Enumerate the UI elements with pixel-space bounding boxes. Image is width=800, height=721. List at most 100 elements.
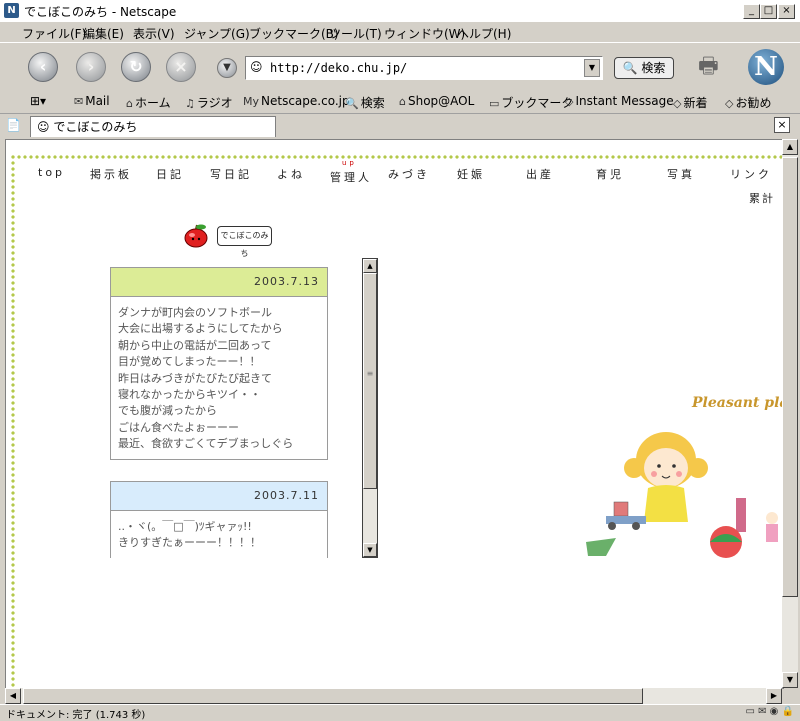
ptb-search[interactable]: 🔍 検索 (345, 94, 385, 111)
close-icon: × (777, 118, 787, 131)
tab-current[interactable]: ☺ でこぼこのみち (30, 116, 276, 137)
my-icon: My (243, 95, 260, 108)
menu-edit[interactable]: 編集(E) (83, 25, 124, 42)
nav-childcare[interactable]: 育児 (596, 166, 624, 182)
scroll-right-arrow-icon[interactable]: ▶ (766, 688, 782, 704)
apple-icon (184, 224, 208, 248)
search-button[interactable]: 🔍 検索 (614, 57, 674, 79)
ptb-new-label: 新着 (683, 96, 708, 110)
nav-birth[interactable]: 出産 (526, 166, 554, 182)
url-dropdown-button[interactable]: ▼ (584, 59, 600, 77)
url-input[interactable] (270, 59, 580, 77)
close-window-button[interactable]: × (778, 4, 795, 19)
print-icon[interactable]: 🖶 (698, 49, 728, 79)
status-icons: ▭ ✉ ◉ 🔒 (745, 706, 794, 717)
navigation-toolbar: ‹ › ↻ × ▼ ☺ ▼ 🔍 検索 🖶 N (0, 42, 800, 92)
ptb-shop[interactable]: ⌂ Shop@AOL (399, 94, 474, 108)
scroll-down-arrow-icon[interactable]: ▼ (363, 543, 377, 557)
ptb-recommend-label: お勧め (735, 96, 772, 110)
chevron-down-icon: ▼ (223, 62, 231, 73)
menu-help[interactable]: ヘルプ(H) (457, 25, 511, 42)
netscape-app-icon: N (4, 3, 19, 18)
ptb-netscape-label: Netscape.co.jp (261, 94, 350, 108)
nav-admin[interactable]: 管理人 (330, 169, 372, 185)
reload-icon: ↻ (129, 57, 143, 76)
ptb-radio[interactable]: ♫ ラジオ (185, 94, 233, 111)
ptb-radio-label: ラジオ (196, 96, 233, 110)
history-dropdown-button[interactable]: ▼ (217, 58, 237, 78)
menu-tools[interactable]: ツール(T) (329, 25, 382, 42)
ptb-new[interactable]: ◇ 新着 (673, 94, 707, 111)
tab-title: でこぼこのみち (53, 120, 138, 134)
forward-button[interactable]: › (76, 52, 106, 82)
minimize-button[interactable]: _ (743, 4, 760, 19)
ptb-bookmarks-label: ブックマーク (501, 96, 574, 110)
site-icon: ☺ (250, 60, 263, 74)
ptb-im-label: Instant Message (575, 94, 674, 108)
window-title: でこぼこのみち - Netscape (24, 5, 177, 19)
nav-top[interactable]: top (38, 166, 65, 179)
ptb-recommend[interactable]: ◇ お勧め (725, 94, 771, 111)
reload-button[interactable]: ↻ (121, 52, 151, 82)
scroll-up-arrow-icon[interactable]: ▲ (363, 259, 377, 273)
folder-icon: ▭ (489, 97, 500, 110)
page-vertical-scroll-thumb[interactable] (782, 157, 798, 597)
new-tab-icon[interactable]: 📄 (6, 118, 22, 134)
diary-scrollbar[interactable]: ▲ ≡ ▼ (362, 258, 378, 558)
illustration-caption: Pleasant play (692, 395, 783, 411)
bookmark-icon: ◇ (673, 97, 682, 110)
shop-icon: ⌂ (399, 95, 406, 108)
stop-icon: × (174, 57, 188, 76)
ptb-instant-message[interactable]: ◇ Instant Message (565, 94, 674, 108)
stop-button[interactable]: × (166, 52, 196, 82)
menu-go[interactable]: ジャンプ(G) (184, 25, 250, 42)
page-vertical-scrollbar[interactable]: ▲ ▼ (782, 139, 798, 688)
page-horizontal-scroll-thumb[interactable] (23, 688, 643, 704)
menu-window[interactable]: ウィンドウ(W) (384, 25, 465, 42)
maximize-button[interactable]: □ (760, 4, 777, 19)
ptb-shop-label: Shop@AOL (407, 94, 475, 108)
diary-text: ..・ヾ(。￣□￣)ﾂギャァｯ!! きりすぎたぁーーー！！！！ (118, 520, 261, 550)
ptb-netscape[interactable]: My Netscape.co.jp (243, 94, 350, 108)
menu-file[interactable]: ファイル(F) (22, 25, 86, 42)
nav-pregnancy[interactable]: 妊娠 (457, 166, 485, 182)
diary-frame[interactable]: 2003.7.13 ダンナが町内会のソフトボール 大会に出場するようにしてたから… (110, 258, 380, 558)
tab-toggle-button[interactable]: ⊞▾ (30, 94, 46, 108)
netscape-logo-icon[interactable]: N (748, 49, 784, 85)
title-bar: N でこぼこのみち - Netscape _ □ × (0, 0, 800, 23)
tab-bar: 📄 ☺ でこぼこのみち × (0, 114, 800, 138)
diary-entry: 2003.7.11 ..・ヾ(。￣□￣)ﾂギャァｯ!! きりすぎたぁーーー！！！… (110, 481, 328, 558)
nav-photo-diary[interactable]: 写日記 (210, 166, 252, 182)
bookmark-icon: ◇ (565, 95, 574, 108)
forward-arrow-icon: › (87, 57, 95, 76)
search-button-label: 検索 (641, 61, 666, 75)
scroll-up-arrow-icon[interactable]: ▲ (782, 139, 798, 155)
headphones-icon: ♫ (185, 97, 195, 110)
nav-photos[interactable]: 写真 (667, 166, 695, 182)
ptb-search-label: 検索 (360, 96, 385, 110)
search-icon: 🔍 (345, 97, 359, 110)
personal-toolbar: ⊞▾ ✉ Mail ⌂ ホーム ♫ ラジオ My Netscape.co.jp 🔍 検索 … (0, 91, 800, 114)
menu-view[interactable]: 表示(V) (133, 25, 175, 42)
bookmark-icon: ◇ (725, 97, 734, 110)
ptb-home[interactable]: ⌂ ホーム (126, 94, 171, 111)
visit-counter-label: 累計 (749, 192, 775, 205)
scroll-down-arrow-icon[interactable]: ▼ (782, 672, 798, 688)
ptb-mail[interactable]: ✉ Mail (74, 94, 110, 108)
page-horizontal-scrollbar[interactable]: ◀ ▶ (5, 688, 782, 704)
dotted-border-top (10, 154, 783, 160)
close-tab-button[interactable]: × (774, 117, 790, 133)
back-button[interactable]: ‹ (28, 52, 58, 82)
ptb-bookmarks[interactable]: ▭ ブックマーク (489, 94, 573, 111)
nav-bbs[interactable]: 掲示板 (90, 166, 132, 182)
nav-links[interactable]: リンク (730, 166, 772, 182)
diary-scroll-thumb[interactable]: ≡ (363, 273, 377, 489)
url-bar[interactable]: ☺ ▼ (245, 56, 603, 80)
diary-text: ダンナが町内会のソフトボール 大会に出場するようにしてたから 朝から中止の電話が… (118, 306, 294, 451)
status-text: ドキュメント: 完了 (1.743 秒) (6, 710, 146, 721)
scroll-left-arrow-icon[interactable]: ◀ (5, 688, 21, 704)
menu-bookmarks[interactable]: ブックマーク(B) (249, 25, 339, 42)
nav-mizuki[interactable]: みづき (388, 166, 430, 182)
nav-diary[interactable]: 日記 (156, 166, 184, 182)
nav-yone[interactable]: よね (277, 166, 305, 182)
